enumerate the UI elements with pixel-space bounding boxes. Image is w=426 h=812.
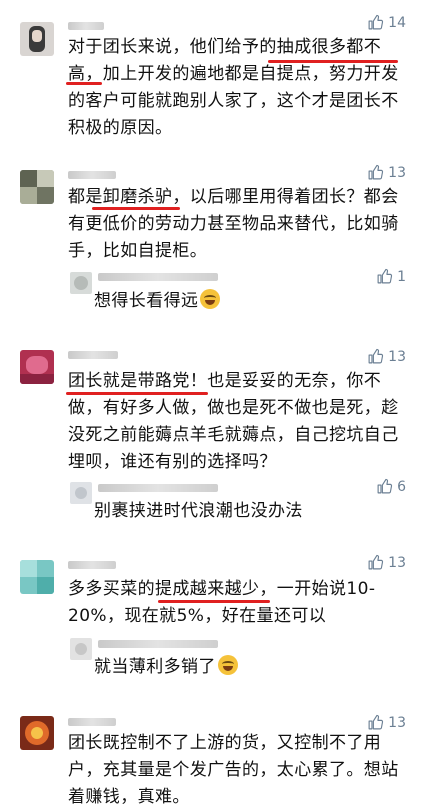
- like-button[interactable]: 13: [367, 554, 406, 571]
- like-count: 14: [388, 14, 406, 31]
- comment-3: 13 团长就是带路党！也是妥妥的无奈，你不做，有好多人做，做也是死不做也是死，趁…: [0, 340, 426, 472]
- thumbs-up-icon: [367, 348, 384, 365]
- like-count: 13: [388, 348, 406, 365]
- thumbs-up-icon: [376, 478, 393, 495]
- reply-2: 6 别裹挟进时代浪潮也没办法: [0, 476, 426, 526]
- like-count: 1: [397, 268, 406, 285]
- highlight-underline: [66, 82, 102, 85]
- like-button[interactable]: 13: [367, 714, 406, 731]
- highlight-underline: [92, 207, 180, 210]
- like-button[interactable]: 13: [367, 164, 406, 181]
- thumbs-up-icon: [367, 164, 384, 181]
- avatar[interactable]: [20, 716, 54, 750]
- like-button[interactable]: 6: [376, 478, 406, 495]
- avatar[interactable]: [20, 350, 54, 384]
- highlight-underline: [268, 60, 398, 63]
- highlight-underline: [66, 392, 208, 395]
- reply-text: 想得长看得远: [94, 288, 410, 315]
- comment-text: 对于团长来说，他们给予的抽成很多都不高，加上开发的遍地都是自提点，努力开发的客户…: [68, 37, 399, 138]
- comment-text: 多多买菜的提成越来越少，一开始说10-20%，现在就5%，好在量还可以: [68, 579, 376, 626]
- highlight-underline: [158, 600, 270, 603]
- thumbs-up-icon: [376, 268, 393, 285]
- thumbs-up-icon: [367, 714, 384, 731]
- like-button[interactable]: 14: [367, 14, 406, 31]
- thumbs-up-icon: [367, 14, 384, 31]
- reply-avatar[interactable]: [70, 482, 92, 504]
- like-count: 13: [388, 554, 406, 571]
- reply-avatar[interactable]: [70, 638, 92, 660]
- thumbs-up-icon: [367, 554, 384, 571]
- avatar[interactable]: [20, 560, 54, 594]
- avatar[interactable]: [20, 22, 54, 56]
- username-blurred[interactable]: [68, 171, 116, 179]
- avatar[interactable]: [20, 170, 54, 204]
- reply-text: 就当薄利多销了: [94, 654, 410, 681]
- comment-4: 13 多多买菜的提成越来越少，一开始说10-20%，现在就5%，好在量还可以: [0, 550, 426, 630]
- username-blurred[interactable]: [68, 351, 118, 359]
- comment-2: 13 都是卸磨杀驴，以后哪里用得着团长？都会有更低价的劳动力甚至物品来替代，比如…: [0, 160, 426, 261]
- laugh-cry-emoji-icon: [200, 289, 221, 309]
- username-blurred[interactable]: [68, 561, 116, 569]
- reply-3: 就当薄利多销了: [0, 632, 426, 682]
- username-blurred[interactable]: [98, 273, 218, 281]
- username-blurred[interactable]: [68, 718, 116, 726]
- comment-5: 13 团长既控制不了上游的货，又控制不了用户，充其量是个发广告的，太心累了。想站…: [0, 706, 426, 812]
- comment-text: 团长既控制不了上游的货，又控制不了用户，充其量是个发广告的，太心累了。想站着赚钱…: [68, 733, 399, 807]
- like-count: 13: [388, 714, 406, 731]
- reply-text: 别裹挟进时代浪潮也没办法: [94, 501, 303, 521]
- username-blurred[interactable]: [68, 22, 104, 30]
- comment-text: 团长就是带路党！也是妥妥的无奈，你不做，有好多人做，做也是死不做也是死，趁没死之…: [68, 371, 399, 472]
- comment-1: 14 对于团长来说，他们给予的抽成很多都不高，加上开发的遍地都是自提点，努力开发…: [0, 0, 426, 150]
- laugh-cry-emoji-icon: [217, 655, 238, 675]
- username-blurred[interactable]: [98, 640, 218, 648]
- reply-1: 1 想得长看得远: [0, 266, 426, 316]
- reply-avatar[interactable]: [70, 272, 92, 294]
- like-count: 13: [388, 164, 406, 181]
- username-blurred[interactable]: [98, 484, 218, 492]
- like-button[interactable]: 13: [367, 348, 406, 365]
- comment-text: 都是卸磨杀驴，以后哪里用得着团长？都会有更低价的劳动力甚至物品来替代，比如骑手，…: [68, 187, 399, 261]
- like-count: 6: [397, 478, 406, 495]
- like-button[interactable]: 1: [376, 268, 406, 285]
